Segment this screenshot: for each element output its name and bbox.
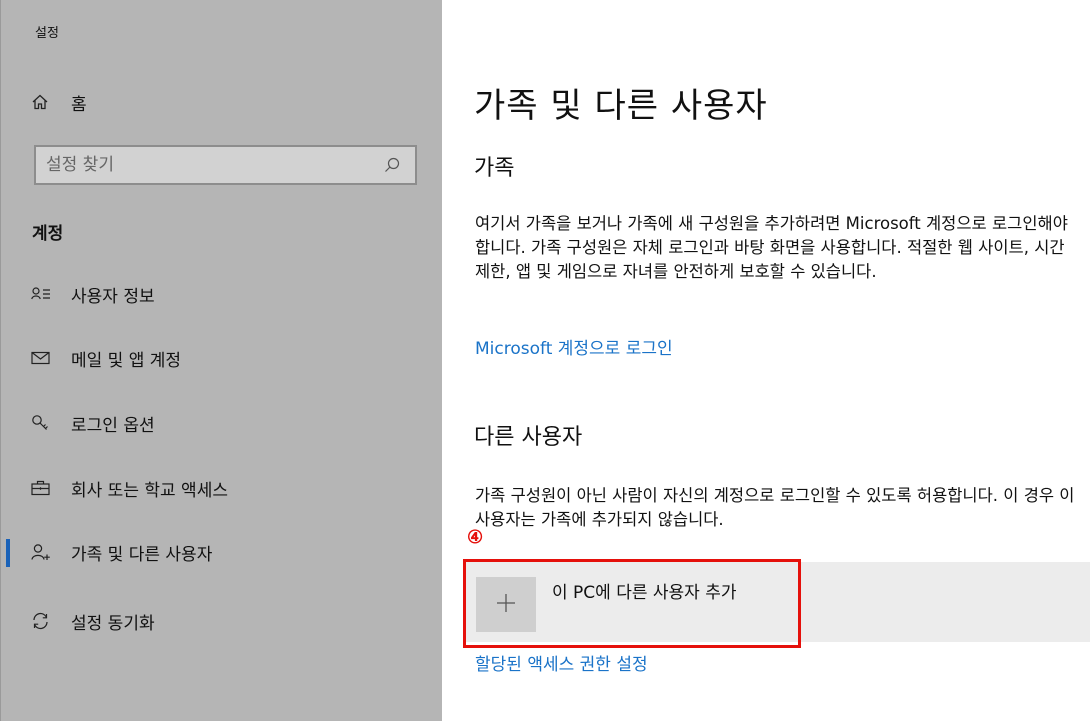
key-icon (31, 413, 57, 433)
assigned-access-link[interactable]: 할당된 액세스 권한 설정 (475, 650, 648, 675)
family-heading: 가족 (474, 156, 515, 181)
home-icon (31, 92, 57, 112)
user-info-icon (31, 284, 57, 304)
sidebar: 설정 홈 계정 사용자 정보 메일 및 앱 계정 (0, 0, 442, 721)
sidebar-item-family-other-users[interactable]: 가족 및 다른 사용자 (5, 537, 213, 567)
annotation-step-number: ④ (467, 527, 484, 548)
sidebar-item-label: 가족 및 다른 사용자 (71, 544, 213, 565)
sidebar-item-label: 회사 또는 학교 액세스 (71, 480, 228, 501)
annotation-highlight-box (463, 559, 801, 648)
sidebar-item-user-info[interactable]: 사용자 정보 (31, 279, 155, 309)
window-title: 설정 (35, 26, 59, 41)
sidebar-item-label: 설정 동기화 (71, 613, 155, 634)
search-box (34, 145, 417, 185)
sidebar-item-label: 사용자 정보 (71, 286, 155, 307)
other-users-heading: 다른 사용자 (474, 425, 583, 450)
sidebar-item-sync-settings[interactable]: 설정 동기화 (31, 606, 155, 636)
sidebar-item-label: 메일 및 앱 계정 (71, 350, 182, 371)
sidebar-section-heading: 계정 (32, 224, 64, 244)
sidebar-item-mail-accounts[interactable]: 메일 및 앱 계정 (31, 343, 181, 373)
settings-window: 설정 홈 계정 사용자 정보 메일 및 앱 계정 (0, 0, 1090, 721)
search-icon[interactable] (379, 152, 405, 178)
sidebar-item-label: 로그인 옵션 (71, 415, 155, 436)
family-description: 여기서 가족을 보거나 가족에 새 구성원을 추가하려면 Microsoft 계… (475, 214, 1068, 281)
page-title: 가족 및 다른 사용자 (474, 86, 768, 126)
add-person-icon (31, 542, 57, 562)
sidebar-item-signin-options[interactable]: 로그인 옵션 (31, 408, 155, 438)
briefcase-icon (31, 478, 57, 498)
search-input[interactable] (36, 154, 379, 176)
other-users-description: 가족 구성원이 아닌 사람이 자신의 계정으로 로그인할 수 있도록 허용합니다… (475, 486, 1075, 529)
nav-home[interactable]: 홈 (31, 88, 87, 116)
nav-home-label: 홈 (71, 94, 87, 115)
microsoft-signin-link[interactable]: Microsoft 계정으로 로그인 (475, 334, 673, 359)
mail-icon (31, 348, 57, 368)
sidebar-item-work-school[interactable]: 회사 또는 학교 액세스 (31, 473, 228, 503)
main-content: 가족 및 다른 사용자 가족 여기서 가족을 보거나 가족에 새 구성원을 추가… (442, 0, 1090, 721)
sync-icon (31, 611, 57, 631)
